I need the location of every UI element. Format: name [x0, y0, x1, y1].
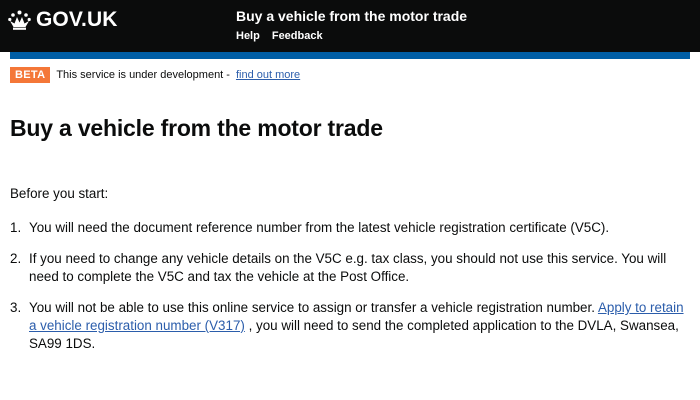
header-blue-bar — [10, 52, 690, 59]
page-title: Buy a vehicle from the motor trade — [10, 115, 383, 141]
beta-tag: BETA — [10, 67, 51, 83]
step-text: If you need to change any vehicle detail… — [29, 251, 667, 284]
site-header: GOV.UK Buy a vehicle from the motor trad… — [0, 0, 700, 52]
steps-list: 1. You will need the document reference … — [10, 219, 692, 366]
nav-feedback-link[interactable]: Feedback — [272, 30, 323, 42]
intro-text: Before you start: — [10, 186, 109, 201]
list-item: 3. You will not be able to use this onli… — [10, 299, 692, 353]
beta-text: This service is under development - — [56, 69, 230, 81]
find-out-more-link[interactable]: find out more — [236, 69, 300, 81]
header-nav: Help Feedback — [236, 30, 323, 42]
step-number: 1. — [10, 220, 22, 235]
step-text: You will need the document reference num… — [29, 220, 610, 235]
list-item: 2. If you need to change any vehicle det… — [10, 250, 692, 286]
govuk-logo-link[interactable]: GOV.UK — [8, 8, 118, 32]
step-number: 2. — [10, 251, 22, 266]
list-item: 1. You will need the document reference … — [10, 219, 692, 237]
crown-icon — [8, 10, 31, 30]
beta-banner: BETA This service is under development -… — [10, 67, 300, 83]
service-name[interactable]: Buy a vehicle from the motor trade — [236, 8, 467, 24]
nav-help-link[interactable]: Help — [236, 30, 260, 42]
step-text-before: You will not be able to use this online … — [29, 300, 595, 315]
step-number: 3. — [10, 300, 22, 315]
logo-text: GOV.UK — [36, 8, 118, 31]
step-text: You will not be able to use this online … — [29, 299, 692, 353]
